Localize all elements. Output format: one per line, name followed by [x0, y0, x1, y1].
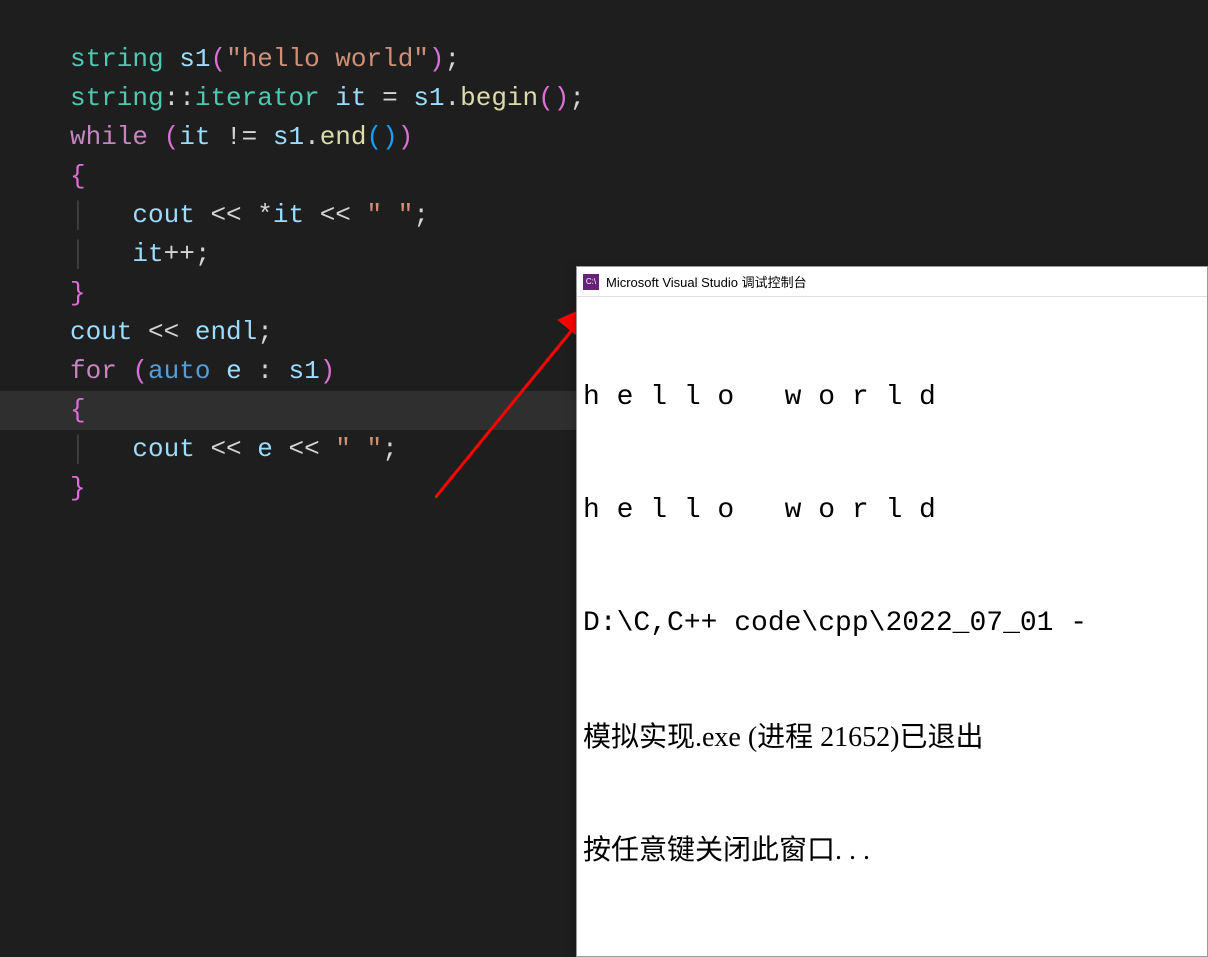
semicolon: ;	[569, 83, 585, 113]
identifier: e	[257, 434, 273, 464]
console-icon: C:\	[583, 274, 599, 290]
stream-op: <<	[132, 317, 194, 347]
keyword-for: for	[70, 356, 117, 386]
cout: cout	[132, 434, 194, 464]
identifier: s1	[179, 44, 210, 74]
paren: )	[398, 122, 414, 152]
brace: {	[70, 161, 86, 191]
cout: cout	[70, 317, 132, 347]
string-literal: " "	[335, 434, 382, 464]
paren: (	[210, 44, 226, 74]
keyword-type: string	[70, 83, 164, 113]
dot-op: .	[304, 122, 320, 152]
console-line: 模拟实现.exe (进程 21652)已退出	[583, 719, 1199, 757]
stream-op: <<	[273, 434, 335, 464]
code-line: {	[70, 157, 1208, 196]
cout: cout	[132, 200, 194, 230]
semicolon: ;	[195, 239, 211, 269]
code-line: while (it != s1.end())	[70, 118, 1208, 157]
code-line: string s1("hello world");	[70, 40, 1208, 79]
semicolon: ;	[413, 200, 429, 230]
neq-op: !=	[210, 122, 272, 152]
identifier: s1	[273, 122, 304, 152]
deref-op: *	[257, 200, 273, 230]
increment-op: ++	[164, 239, 195, 269]
brace: {	[70, 395, 86, 425]
semicolon: ;	[257, 317, 273, 347]
paren: (	[538, 83, 554, 113]
paren: (	[164, 122, 180, 152]
paren: (	[132, 356, 148, 386]
console-line: h e l l o w o r l d	[583, 492, 1199, 530]
stream-op: <<	[304, 200, 366, 230]
function-call: begin	[460, 83, 538, 113]
brace: }	[70, 473, 86, 503]
identifier: it	[273, 200, 304, 230]
console-title: Microsoft Visual Studio 调试控制台	[606, 272, 807, 291]
paren: (	[367, 122, 383, 152]
scope-op: ::	[164, 83, 195, 113]
string-literal: "hello world"	[226, 44, 429, 74]
identifier: e	[226, 356, 242, 386]
endl: endl	[195, 317, 257, 347]
console-line: h e l l o w o r l d	[583, 379, 1199, 417]
console-output: h e l l o w o r l d h e l l o w o r l d …	[577, 297, 1207, 956]
identifier: it	[335, 83, 366, 113]
stream-op: <<	[195, 200, 257, 230]
console-line: D:\C,C++ code\cpp\2022_07_01 -	[583, 605, 1199, 643]
semicolon: ;	[445, 44, 461, 74]
dot-op: .	[445, 83, 461, 113]
console-line: 按任意键关闭此窗口. . .	[583, 832, 1199, 870]
code-line: string::iterator it = s1.begin();	[70, 79, 1208, 118]
identifier: it	[179, 122, 210, 152]
paren: )	[554, 83, 570, 113]
assign-op: =	[367, 83, 414, 113]
paren: )	[429, 44, 445, 74]
brace: }	[70, 278, 86, 308]
keyword-auto: auto	[148, 356, 210, 386]
string-literal: " "	[367, 200, 414, 230]
keyword-type: string	[70, 44, 164, 74]
semicolon: ;	[382, 434, 398, 464]
identifier: s1	[288, 356, 319, 386]
identifier: it	[132, 239, 163, 269]
colon-op: :	[242, 356, 289, 386]
code-line: │ cout << *it << " ";	[70, 196, 1208, 235]
console-titlebar[interactable]: C:\ Microsoft Visual Studio 调试控制台	[577, 267, 1207, 297]
function-call: end	[320, 122, 367, 152]
stream-op: <<	[195, 434, 257, 464]
identifier: s1	[413, 83, 444, 113]
paren: )	[320, 356, 336, 386]
paren: )	[382, 122, 398, 152]
console-window[interactable]: C:\ Microsoft Visual Studio 调试控制台 h e l …	[576, 266, 1208, 957]
keyword-iterator: iterator	[195, 83, 320, 113]
keyword-while: while	[70, 122, 148, 152]
